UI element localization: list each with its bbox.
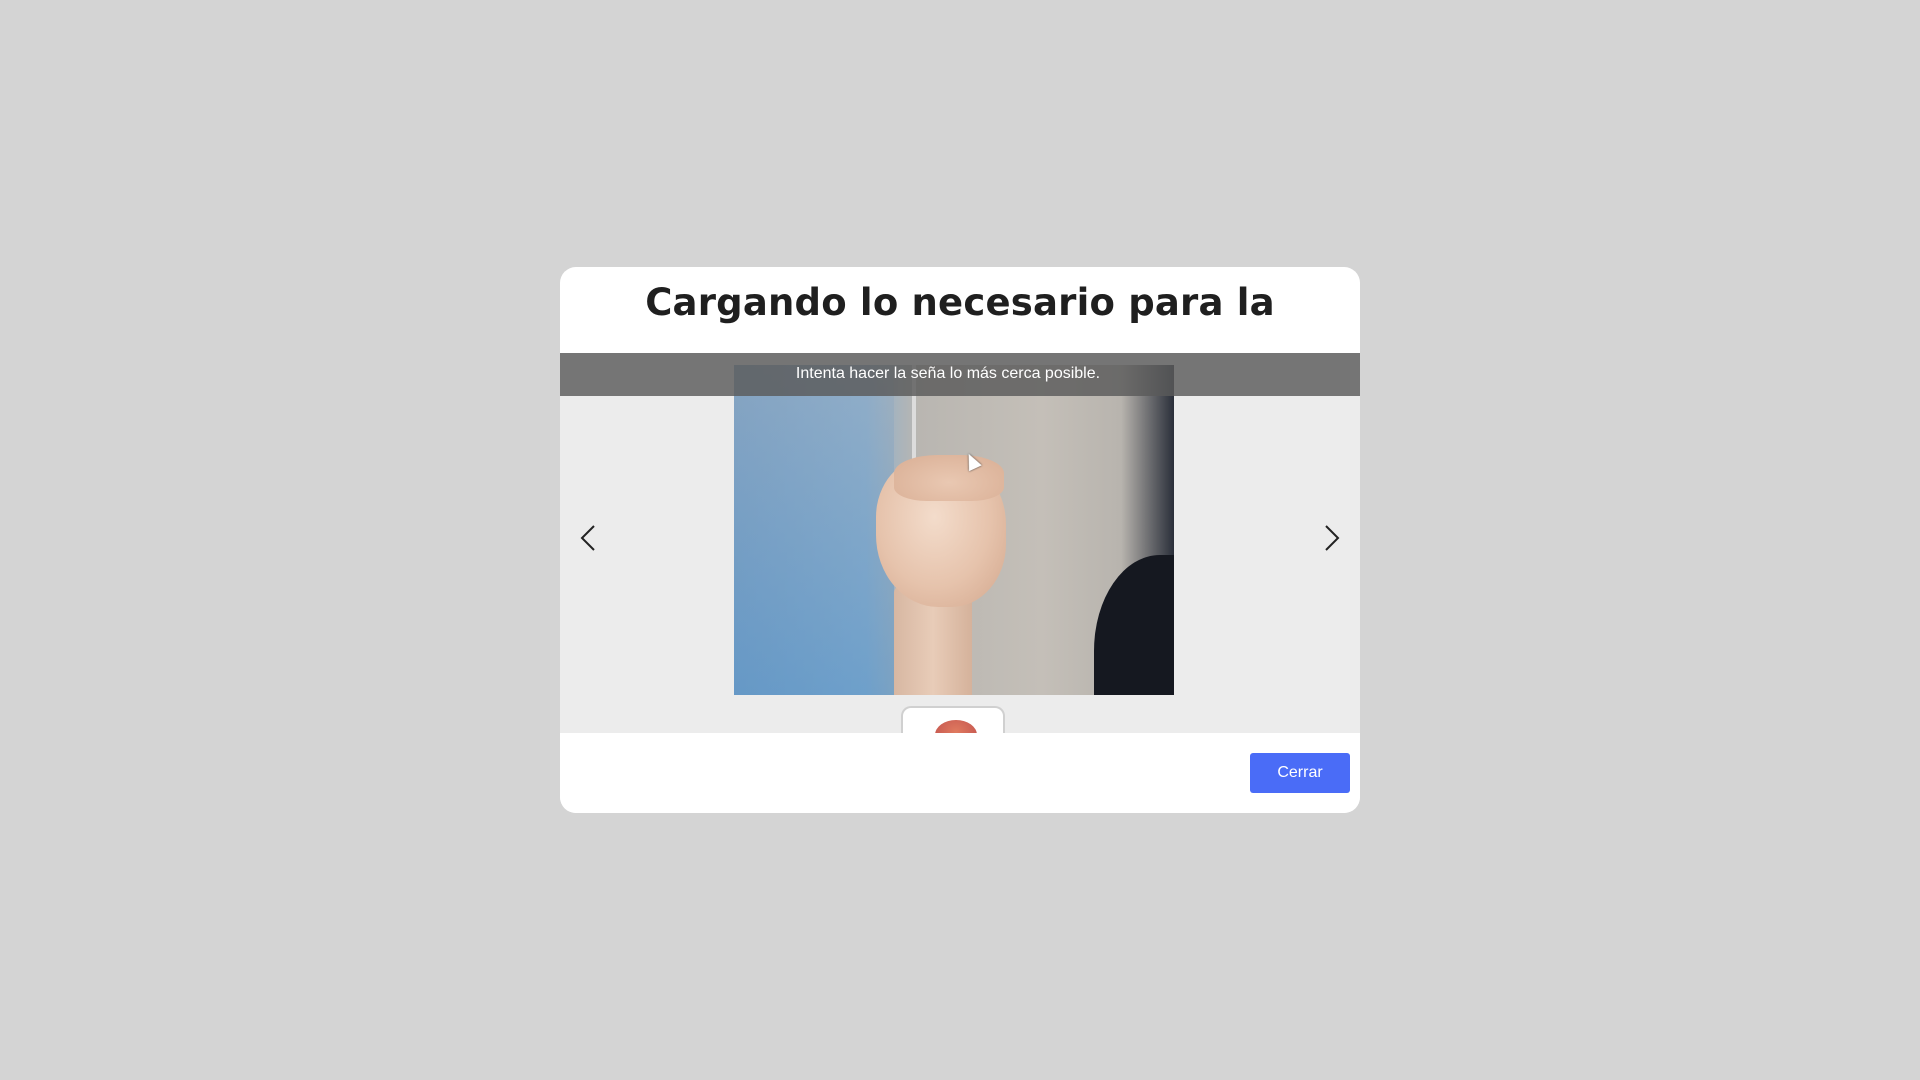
modal-title: Cargando lo necesario para la aplicación (645, 281, 1275, 396)
sign-carousel: Intenta hacer la seña lo más cerca posib… (560, 353, 1360, 733)
close-button[interactable]: Cerrar (1250, 753, 1350, 793)
carousel-thumbnail[interactable] (903, 708, 1003, 733)
sign-image-fist (734, 365, 1174, 695)
chevron-right-icon[interactable] (1312, 518, 1352, 558)
modal-footer: Cerrar (560, 733, 1360, 813)
loading-modal: Cargando lo necesario para la aplicación… (560, 267, 1360, 813)
carousel-caption: Intenta hacer la seña lo más cerca posib… (795, 365, 1101, 382)
chevron-left-icon[interactable] (568, 518, 608, 558)
